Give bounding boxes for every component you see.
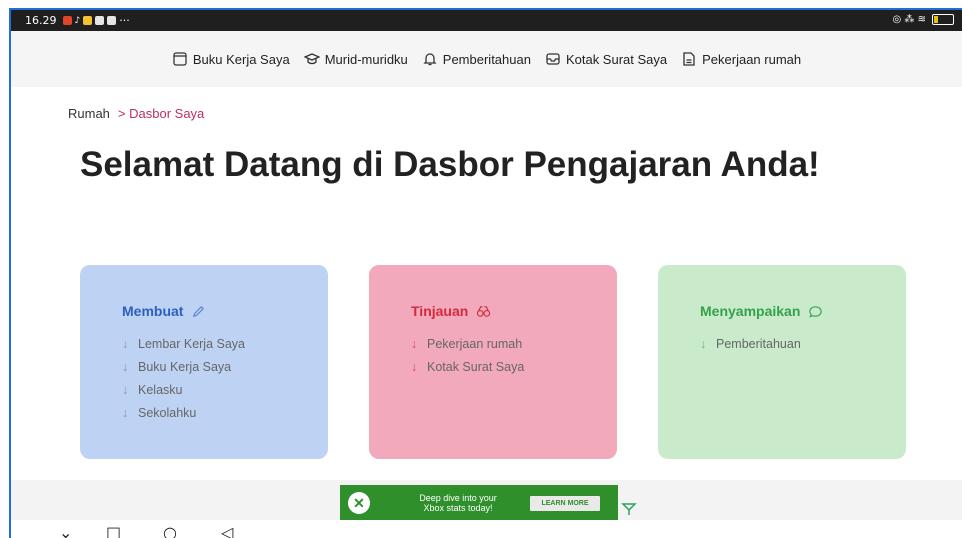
- list-item[interactable]: ↓ Pemberitahuan: [700, 337, 906, 351]
- app-notification-icon: [83, 16, 93, 25]
- wifi-bluetooth-icons: ◎ ⁂ ≋: [892, 14, 926, 25]
- arrow-down-icon: ↓: [411, 360, 418, 374]
- arrow-down-icon: ↓: [122, 360, 129, 374]
- arrow-down-icon: ↓: [411, 337, 418, 351]
- status-time: 16.29: [25, 14, 57, 27]
- list-item[interactable]: ↓ Kelasku: [122, 383, 328, 397]
- top-navigation: Buku Kerja Saya Murid-muridku Pemberitah…: [11, 31, 962, 87]
- more-notifications-icon: ···: [119, 14, 130, 27]
- xbox-logo-icon: ✕: [348, 492, 370, 514]
- list-item-label: Lembar Kerja Saya: [138, 337, 246, 351]
- notification-icons: ♪ ···: [62, 14, 130, 27]
- list-item-label: Kelasku: [138, 383, 183, 397]
- nav-label: Kotak Surat Saya: [565, 51, 668, 67]
- battery-icon: [932, 14, 954, 25]
- breadcrumb: Rumah > Dasbor Saya: [68, 106, 204, 121]
- nav-item-murid[interactable]: Murid-muridku: [303, 51, 408, 67]
- breadcrumb-separator: >: [117, 106, 126, 121]
- list-item-label: Pemberitahuan: [716, 337, 801, 351]
- adchoices-icon[interactable]: [621, 501, 637, 517]
- arrow-down-icon: ↓: [122, 337, 129, 351]
- nav-label: Pemberitahuan: [442, 51, 531, 67]
- ad-banner[interactable]: ✕ Deep dive into your Xbox stats today! …: [340, 485, 618, 521]
- breadcrumb-current: > Dasbor Saya: [118, 106, 204, 121]
- speech-bubble-icon: [809, 305, 823, 318]
- list-item-label: Buku Kerja Saya: [138, 360, 232, 374]
- card-header: Tinjauan: [411, 303, 617, 319]
- notebook-icon: [173, 52, 187, 66]
- list-item-label: Kotak Surat Saya: [427, 360, 525, 374]
- nav-item-pekerjaan-rumah[interactable]: Pekerjaan rumah: [681, 51, 801, 67]
- nav-item-pemberitahuan[interactable]: Pemberitahuan: [422, 51, 531, 67]
- recents-button[interactable]: □: [106, 523, 121, 538]
- card-header: Menyampaikan: [700, 303, 906, 319]
- card-link-list: ↓ Pemberitahuan: [700, 337, 906, 351]
- arrow-down-icon: ↓: [122, 406, 129, 420]
- binoculars-icon: [477, 305, 491, 317]
- nav-item-kotak-surat[interactable]: Kotak Surat Saya: [545, 51, 667, 67]
- bell-icon: [423, 53, 437, 66]
- pencil-icon: [193, 305, 205, 317]
- card-tinjauan: Tinjauan ↓ Pekerjaan rumah ↓ Kotak Surat S…: [369, 265, 617, 459]
- card-title: Membuat: [122, 303, 184, 319]
- nav-label: Murid-muridku: [324, 51, 408, 67]
- android-nav-bar: ⌄ □ ○ ◁: [11, 520, 962, 538]
- breadcrumb-current-label: Dasbor Saya: [129, 106, 205, 121]
- graduation-cap-icon: [303, 53, 320, 65]
- nav-item-buku-kerja[interactable]: Buku Kerja Saya: [172, 51, 290, 67]
- list-item[interactable]: ↓ Pekerjaan rumah: [411, 337, 617, 351]
- app-frame: 16.29 ♪ ··· ◎ ⁂ ≋ Buku Kerja Saya Murid-…: [9, 8, 962, 538]
- card-title: Tinjauan: [411, 303, 469, 319]
- ad-text: Deep dive into your Xbox stats today!: [419, 493, 497, 513]
- list-item[interactable]: ↓ Buku Kerja Saya: [122, 360, 328, 374]
- app-notification-icon: [62, 16, 72, 25]
- list-item[interactable]: ↓ Lembar Kerja Saya: [122, 337, 328, 351]
- page-title: Selamat Datang di Dasbor Pengajaran Anda…: [80, 145, 820, 184]
- list-item[interactable]: ↓ Kotak Surat Saya: [411, 360, 617, 374]
- arrow-down-icon: ↓: [122, 383, 129, 397]
- app-notification-icon: [107, 16, 117, 25]
- nav-down-button[interactable]: ⌄: [59, 523, 72, 538]
- card-header: Membuat: [122, 303, 328, 319]
- nav-label: Pekerjaan rumah: [702, 51, 802, 67]
- arrow-down-icon: ↓: [700, 337, 707, 351]
- list-item-label: Sekolahku: [138, 406, 197, 420]
- system-icons: ◎ ⁂ ≋: [893, 14, 954, 25]
- app-notification-icon: [95, 16, 105, 25]
- nav-label: Buku Kerja Saya: [192, 51, 290, 67]
- inbox-icon: [546, 53, 560, 65]
- card-membuat: Membuat ↓ Lembar Kerja Saya ↓ Buku Kerja S…: [80, 265, 328, 459]
- status-bar: 16.29 ♪ ··· ◎ ⁂ ≋: [11, 10, 962, 31]
- document-icon: [683, 52, 695, 66]
- list-item[interactable]: ↓ Sekolahku: [122, 406, 328, 420]
- card-title: Menyampaikan: [700, 303, 801, 319]
- home-button[interactable]: ○: [163, 523, 177, 538]
- breadcrumb-home[interactable]: Rumah: [68, 106, 110, 121]
- learn-more-button[interactable]: LEARN MORE: [530, 495, 600, 511]
- tiktok-notification-icon: ♪: [74, 15, 81, 26]
- card-menyampaikan: Menyampaikan ↓ Pemberitahuan: [658, 265, 906, 459]
- back-button[interactable]: ◁: [221, 523, 233, 538]
- card-link-list: ↓ Lembar Kerja Saya ↓ Buku Kerja Saya ↓ Kel…: [122, 337, 328, 420]
- card-link-list: ↓ Pekerjaan rumah ↓ Kotak Surat Saya: [411, 337, 617, 374]
- list-item-label: Pekerjaan rumah: [427, 337, 523, 351]
